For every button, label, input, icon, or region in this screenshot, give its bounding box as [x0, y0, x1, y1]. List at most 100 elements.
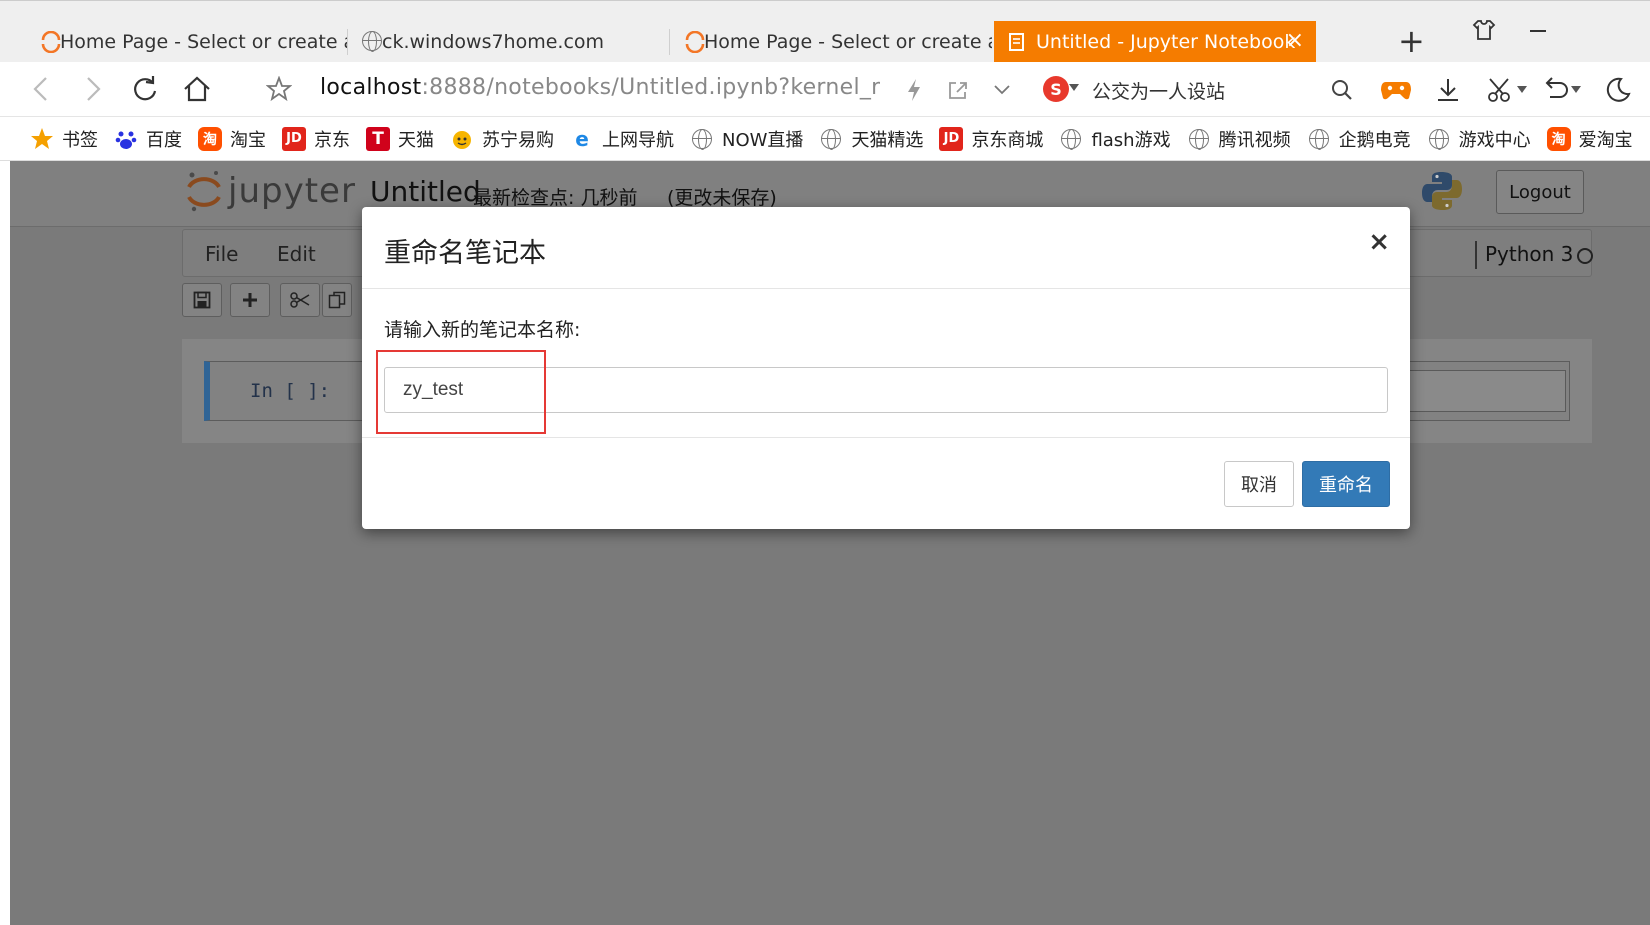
- jupyter-logo-text: jupyter: [228, 171, 356, 211]
- bookmark-item[interactable]: T 天猫: [366, 126, 434, 152]
- rename-button[interactable]: 重命名: [1302, 461, 1390, 507]
- bookmark-label: 苏宁易购: [482, 129, 554, 151]
- jupyter-logo[interactable]: jupyter: [186, 169, 356, 213]
- minimize-icon[interactable]: [1528, 19, 1548, 45]
- bookmark-item[interactable]: flash游戏: [1059, 126, 1171, 152]
- dialog-header: 重命名笔记本 ×: [362, 207, 1410, 289]
- home-icon[interactable]: [180, 72, 214, 106]
- bookmark-item[interactable]: 苏宁易购: [450, 126, 554, 152]
- bookmark-item[interactable]: e 上网导航: [570, 126, 674, 152]
- rename-notebook-dialog: 重命名笔记本 × 请输入新的笔记本名称: 取消 重命名: [362, 207, 1410, 529]
- search-suggestion-text[interactable]: 公交为一人设站: [1092, 77, 1225, 104]
- jd-icon: JD: [939, 126, 964, 151]
- kernel-name[interactable]: Python 3: [1475, 241, 1573, 269]
- bookmark-item[interactable]: 企鹅电竞: [1307, 126, 1411, 152]
- scissors-icon: [290, 292, 310, 308]
- tab-label: Untitled - Jupyter Notebook: [1036, 31, 1296, 53]
- globe-icon: [362, 31, 384, 53]
- ie-icon: e: [575, 126, 589, 151]
- bookmark-label: 书签: [62, 129, 98, 151]
- jupyter-logo-icon: [187, 171, 221, 212]
- night-mode-moon-icon[interactable]: [1602, 74, 1634, 106]
- jd-icon: JD: [282, 126, 306, 151]
- bookmark-label: NOW直播: [722, 129, 804, 151]
- search-icon[interactable]: [1326, 74, 1358, 106]
- bookmark-label: 京东商城: [971, 129, 1044, 151]
- bookmark-label: 爱淘宝: [1578, 129, 1633, 151]
- notebook-icon: [1009, 33, 1024, 51]
- menu-file[interactable]: File: [205, 242, 238, 266]
- bookmark-label: 企鹅电竞: [1338, 129, 1411, 151]
- bookmark-item[interactable]: 腾讯视频: [1187, 126, 1291, 152]
- python-logo-icon: [1422, 172, 1462, 210]
- notebook-name[interactable]: Untitled: [370, 175, 481, 208]
- tab-untitled-notebook[interactable]: Untitled - Jupyter Notebook ×: [994, 21, 1316, 63]
- bookmark-label: flash游戏: [1091, 129, 1171, 151]
- gamepad-icon[interactable]: [1378, 74, 1414, 106]
- suning-icon: [450, 127, 474, 151]
- bookmark-item[interactable]: NOW直播: [690, 126, 803, 152]
- tab-home-page-1[interactable]: Home Page - Select or create a notebook: [30, 21, 348, 63]
- forward-arrow-icon[interactable]: [76, 72, 110, 106]
- tab-ck-windows7home[interactable]: ck.windows7home.com: [352, 21, 670, 63]
- tab-home-page-2[interactable]: Home Page - Select or create a notebook: [674, 21, 992, 63]
- add-cell-button[interactable]: [230, 283, 270, 317]
- shirt-skin-icon[interactable]: [1472, 19, 1496, 47]
- download-icon[interactable]: [1432, 74, 1464, 106]
- save-button[interactable]: [182, 283, 222, 317]
- bookmark-item[interactable]: 百度: [114, 126, 182, 152]
- star-bookmark-icon[interactable]: [262, 72, 296, 106]
- taobao-icon: 淘: [198, 126, 222, 151]
- back-arrow-icon[interactable]: [24, 72, 58, 106]
- chevron-down-icon[interactable]: [1514, 74, 1530, 106]
- bookmark-label: 天猫精选: [851, 129, 924, 151]
- share-icon[interactable]: [942, 74, 974, 106]
- dialog-footer: 取消 重命名: [362, 437, 1410, 529]
- undo-icon[interactable]: [1538, 74, 1570, 106]
- bookmark-item[interactable]: 天猫精选: [819, 126, 923, 152]
- star-icon: [30, 127, 54, 151]
- logout-button[interactable]: Logout: [1496, 170, 1584, 214]
- dialog-prompt-label: 请输入新的笔记本名称:: [384, 319, 581, 341]
- plus-icon: [243, 293, 257, 307]
- url-path: :8888/notebooks/Untitled.ipynb?kernel_na…: [421, 75, 880, 100]
- url-field[interactable]: localhost:8888/notebooks/Untitled.ipynb?…: [320, 75, 880, 100]
- jupyter-spinner-icon: [685, 31, 705, 53]
- copy-icon: [328, 291, 346, 309]
- globe-icon: [690, 127, 714, 151]
- bookmark-item[interactable]: 淘 爱淘宝: [1546, 126, 1633, 152]
- new-tab-button[interactable]: +: [1398, 25, 1425, 57]
- bookmark-label: 腾讯视频: [1218, 129, 1291, 151]
- scissors-icon[interactable]: [1484, 74, 1516, 106]
- menu-edit[interactable]: Edit: [277, 242, 316, 266]
- chevron-down-icon[interactable]: [986, 74, 1018, 106]
- bookmark-item[interactable]: 游戏中心: [1427, 126, 1531, 152]
- lightning-icon[interactable]: [898, 74, 930, 106]
- cut-button[interactable]: [280, 283, 320, 317]
- baidu-paw-icon: [114, 127, 138, 151]
- kernel-status-icon: [1577, 248, 1593, 264]
- bookmark-item[interactable]: 淘 淘宝: [198, 126, 266, 152]
- bookmark-item[interactable]: JD 京东商城: [939, 126, 1043, 152]
- globe-icon: [1307, 127, 1331, 151]
- globe-icon: [1059, 127, 1083, 151]
- copy-button[interactable]: [322, 283, 352, 317]
- cancel-button[interactable]: 取消: [1224, 461, 1294, 507]
- tab-close-icon[interactable]: ×: [1286, 29, 1304, 53]
- bookmark-label: 上网导航: [602, 129, 674, 151]
- bookmark-item[interactable]: JD 京东: [282, 126, 350, 152]
- tab-label: Home Page - Select or create a notebook: [60, 31, 348, 53]
- chevron-down-icon[interactable]: [1568, 74, 1584, 106]
- tab-label: Home Page - Select or create a notebook: [704, 31, 992, 53]
- bookmark-label: 天猫: [398, 129, 434, 151]
- search-engine-dropdown-icon[interactable]: [1066, 78, 1082, 98]
- cell-prompt: In [ ]:: [250, 380, 331, 402]
- reload-icon[interactable]: [128, 72, 162, 106]
- bookmark-item[interactable]: 书签: [30, 126, 98, 152]
- close-icon[interactable]: ×: [1368, 227, 1390, 257]
- tab-label: ck.windows7home.com: [382, 31, 605, 53]
- jupyter-spinner-icon: [41, 31, 61, 53]
- taobao-icon: 淘: [1546, 126, 1571, 151]
- notebook-name-input[interactable]: [384, 367, 1388, 413]
- bookmark-label: 淘宝: [230, 129, 266, 151]
